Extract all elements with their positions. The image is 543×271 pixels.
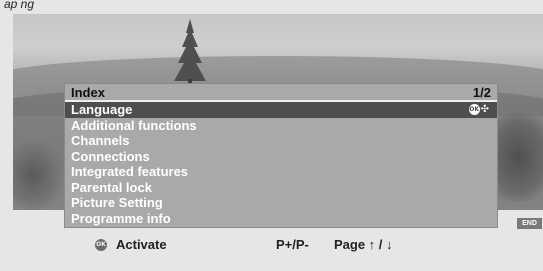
menu-item-label: Picture Setting (71, 195, 163, 210)
bush-left (13, 140, 63, 210)
page-up-down-hint: Page ↑ / ↓ (334, 237, 393, 252)
menu-item-label: Language (71, 102, 133, 117)
footer-hints: OK Activate P+/P- Page ↑ / ↓ (0, 236, 543, 254)
menu-item-label: Channels (71, 133, 130, 148)
menu-title: Index (71, 85, 105, 100)
menu-item-label: Parental lock (71, 179, 152, 195)
navigation-arrows-icon: ✣ (480, 104, 489, 115)
index-menu: Index 1/2 Language OK ✣ Additional funct… (64, 83, 498, 228)
end-button[interactable]: END (517, 218, 542, 229)
menu-item-picture-setting[interactable]: Picture Setting (65, 195, 497, 211)
programme-up-down-hint: P+/P- (276, 237, 309, 252)
menu-item-language[interactable]: Language OK ✣ (65, 102, 497, 118)
menu-item-label: Integrated features (71, 164, 189, 179)
top-caption: ap ng (4, 0, 35, 11)
menu-item-parental-lock[interactable]: Parental lock (65, 180, 497, 196)
activate-hint: Activate (116, 237, 167, 252)
menu-item-label: Additional functions (71, 117, 197, 133)
ok-navigate-hint: OK ✣ (468, 104, 489, 115)
menu-item-label: Programme info (71, 210, 171, 226)
menu-item-additional-functions[interactable]: Additional functions (65, 118, 497, 134)
ok-icon: OK (468, 104, 480, 115)
menu-header: Index 1/2 (65, 84, 497, 102)
menu-item-label: Connections (71, 148, 150, 164)
menu-item-programme-info[interactable]: Programme info (65, 211, 497, 227)
ok-icon: OK (95, 239, 107, 251)
menu-item-channels[interactable]: Channels (65, 133, 497, 149)
menu-item-connections[interactable]: Connections (65, 149, 497, 165)
menu-item-integrated-features[interactable]: Integrated features (65, 164, 497, 180)
menu-page-number: 1/2 (472, 85, 491, 100)
